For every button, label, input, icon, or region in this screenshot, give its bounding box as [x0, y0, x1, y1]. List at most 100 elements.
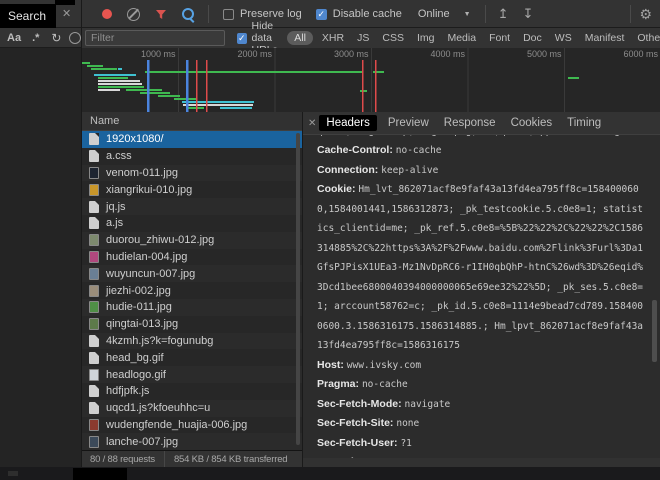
request-row[interactable]: wuyuncun-007.jpg [82, 265, 302, 282]
svg-text:4000 ms: 4000 ms [430, 49, 465, 59]
close-details-icon[interactable]: ✕ [308, 118, 316, 129]
name-column-header[interactable]: Name [82, 112, 302, 131]
file-icon [89, 201, 99, 213]
request-row[interactable]: headlogo.gif [82, 366, 302, 383]
checkbox-checked[interactable]: ✓ [316, 9, 327, 20]
tab-timing[interactable]: Timing [567, 117, 601, 129]
request-row[interactable]: hudielan-004.jpg [82, 249, 302, 266]
preserve-log-checkbox[interactable]: Preserve log [223, 8, 302, 20]
chevron-down-icon[interactable]: ▼ [464, 11, 471, 18]
svg-text:5000 ms: 5000 ms [527, 49, 562, 59]
tab-search[interactable]: Search [0, 4, 56, 28]
request-row[interactable]: head_bg.gif [82, 349, 302, 366]
details-tabs: HeadersPreviewResponseCookiesTiming [323, 115, 601, 131]
filter-pill-other[interactable]: Other [637, 32, 660, 44]
header-entry: Host: www.ivsky.com [317, 355, 654, 375]
image-file-icon [89, 167, 99, 179]
filter-pill-img[interactable]: Img [417, 32, 435, 44]
file-icon [89, 150, 99, 162]
checkbox-unchecked[interactable] [223, 9, 234, 20]
filter-pill-xhr[interactable]: XHR [322, 32, 344, 44]
filter-input[interactable] [85, 30, 225, 46]
match-case-toggle[interactable]: Aa [7, 32, 21, 44]
image-file-icon [89, 419, 99, 431]
network-status-bar: 80 / 88 requests 854 KB / 854 KB transfe… [82, 450, 302, 467]
file-icon [89, 402, 99, 414]
export-har-icon[interactable]: ↧ [523, 6, 534, 22]
taskbar-black-box [73, 468, 127, 480]
filter-pill-doc[interactable]: Doc [523, 32, 542, 44]
tab-preview[interactable]: Preview [388, 117, 429, 129]
image-file-icon [89, 301, 99, 313]
request-row[interactable]: duorou_zhiwu-012.jpg [82, 232, 302, 249]
checkbox-checked[interactable]: ✓ [237, 33, 247, 44]
disable-cache-checkbox[interactable]: ✓ Disable cache [316, 8, 402, 20]
close-search-icon[interactable]: ✕ [62, 7, 71, 20]
request-name: hudielan-004.jpg [106, 251, 187, 263]
request-list-scrollbar[interactable] [296, 133, 300, 445]
request-row[interactable]: xiangrikui-010.jpg [82, 181, 302, 198]
image-file-icon [89, 436, 99, 448]
file-icon [89, 133, 99, 145]
request-name: duorou_zhiwu-012.jpg [106, 234, 214, 246]
image-file-icon [89, 318, 99, 330]
image-file-icon [89, 184, 99, 196]
request-name: lanche-007.jpg [106, 436, 178, 448]
request-row[interactable]: lanche-007.jpg [82, 433, 302, 450]
refresh-icon[interactable]: ↻ [51, 31, 61, 45]
record-icon[interactable] [102, 9, 112, 19]
request-row[interactable]: a.css [82, 148, 302, 165]
request-row[interactable]: hdfjpfk.js [82, 383, 302, 400]
request-row[interactable]: 1920x1080/ [82, 131, 302, 148]
waterfall-overview-chart[interactable]: 1000 ms2000 ms3000 ms4000 ms5000 ms6000 … [82, 48, 660, 112]
filter-pill-all[interactable]: All [287, 31, 313, 45]
settings-gear-icon[interactable]: ⚙ [639, 6, 652, 23]
svg-text:2000 ms: 2000 ms [237, 49, 272, 59]
filter-pill-manifest[interactable]: Manifest [585, 32, 625, 44]
file-icon [89, 335, 99, 347]
network-overview[interactable]: 1000 ms2000 ms3000 ms4000 ms5000 ms6000 … [82, 48, 660, 113]
request-row[interactable]: qingtai-013.jpg [82, 316, 302, 333]
requests-count: 80 / 88 requests [82, 454, 155, 465]
request-row[interactable]: venom-011.jpg [82, 165, 302, 182]
search-icon[interactable] [182, 8, 194, 20]
request-row[interactable]: uqcd1.js?kfoeuhhc=u [82, 400, 302, 417]
image-file-icon [89, 369, 99, 381]
filter-pill-js[interactable]: JS [357, 32, 369, 44]
requests-panel: Name 1920x1080/a.css venom-011.jpgxiangri… [82, 112, 302, 450]
request-name: jiezhi-002.jpg [106, 285, 171, 297]
details-scrollbar[interactable] [652, 300, 657, 362]
request-row[interactable]: wudengfende_huajia-006.jpg [82, 417, 302, 434]
request-row[interactable]: a.js [82, 215, 302, 232]
tab-response[interactable]: Response [444, 117, 496, 129]
header-entry: Pragma: no-cache [317, 374, 654, 394]
request-row[interactable]: 4kzmh.js?k=fogunubg [82, 333, 302, 350]
filter-pill-font[interactable]: Font [489, 32, 510, 44]
request-row[interactable]: jq.js [82, 198, 302, 215]
request-row[interactable]: hudie-011.jpg [82, 299, 302, 316]
header-entry: Cookie: Hm_lvt_862071acf8e9faf43a13fd4ea… [317, 179, 654, 355]
filter-pill-css[interactable]: CSS [382, 32, 404, 44]
preserve-log-label: Preserve log [240, 8, 302, 20]
throttling-select[interactable]: Online [418, 8, 450, 20]
request-name: qingtai-013.jpg [106, 318, 178, 330]
regex-toggle[interactable]: .* [32, 32, 39, 44]
request-list: 1920x1080/a.css venom-011.jpgxiangrikui-0… [82, 131, 302, 450]
taskbar-strip [0, 467, 660, 480]
tab-headers[interactable]: Headers [319, 115, 376, 131]
request-name: a.css [106, 150, 132, 162]
clear-icon[interactable] [127, 8, 140, 21]
clear-search-icon[interactable] [69, 32, 81, 44]
image-file-icon [89, 251, 99, 263]
toolbar-divider [630, 5, 631, 23]
filter-pills: AllXHRJSCSSImgMediaFontDocWSManifestOthe… [291, 32, 660, 44]
request-row[interactable]: jiezhi-002.jpg [82, 282, 302, 299]
filter-icon[interactable] [155, 9, 167, 20]
file-icon [89, 352, 99, 364]
headers-content: q=0.9,image/webp,image/apng,*/*;q=0.8,ap… [303, 135, 654, 461]
import-har-icon[interactable]: ↥ [498, 6, 509, 22]
filter-pill-media[interactable]: Media [447, 32, 476, 44]
request-name: headlogo.gif [106, 369, 166, 381]
filter-pill-ws[interactable]: WS [555, 32, 572, 44]
tab-cookies[interactable]: Cookies [511, 117, 553, 129]
